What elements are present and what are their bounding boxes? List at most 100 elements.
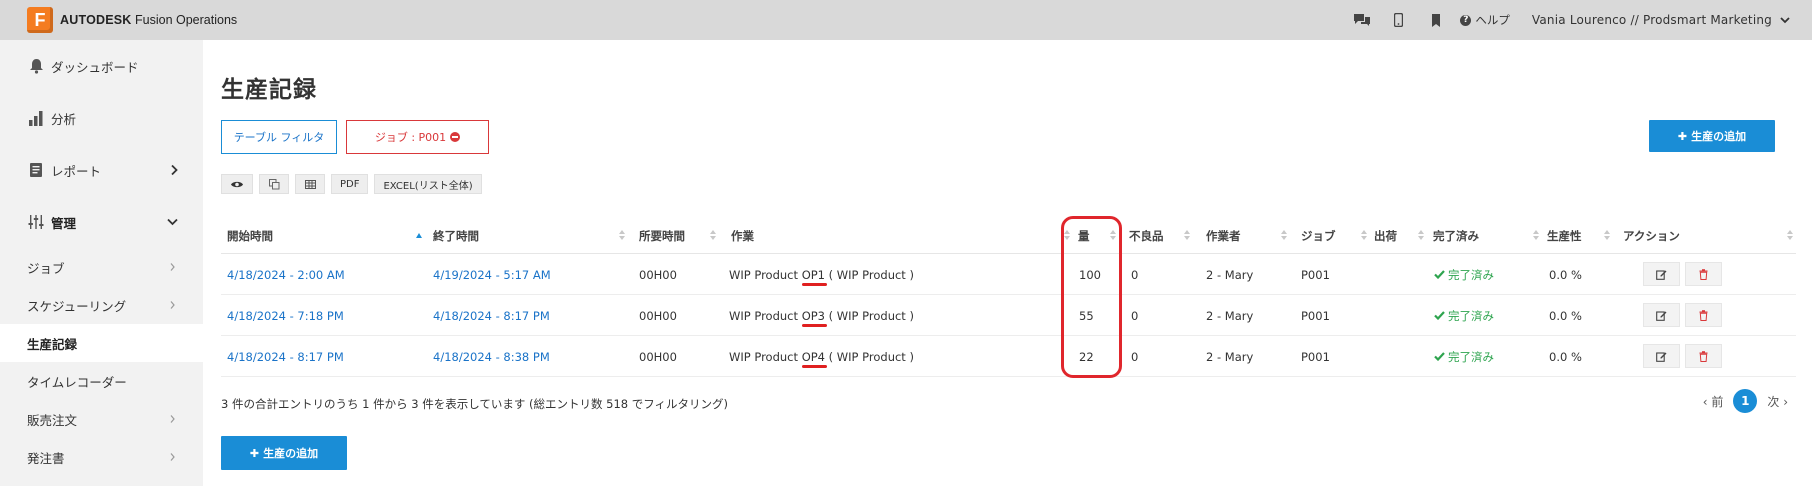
sort-icon[interactable]: [1110, 230, 1117, 242]
add-production-button-bottom[interactable]: ✚ 生産の追加: [221, 436, 347, 470]
col-completed[interactable]: 完了済み: [1433, 218, 1479, 254]
mobile-icon[interactable]: [1380, 0, 1417, 40]
trash-icon: [1699, 350, 1708, 362]
end-time-link[interactable]: 4/19/2024 - 5:17 AM: [433, 254, 551, 295]
end-time-link[interactable]: 4/18/2024 - 8:17 PM: [433, 295, 550, 336]
excel-button[interactable]: EXCEL(リスト全体): [374, 174, 482, 194]
col-worker[interactable]: 作業者: [1206, 218, 1241, 254]
delete-button[interactable]: [1685, 344, 1722, 368]
table-row: 4/18/2024 - 8:17 PM 4/18/2024 - 8:38 PM 00…: [221, 336, 1796, 377]
bookmark-icon[interactable]: [1417, 0, 1454, 40]
status-badge: 完了済み: [1434, 254, 1494, 295]
edit-button[interactable]: [1643, 344, 1680, 368]
col-shipment[interactable]: 出荷: [1374, 218, 1397, 254]
help-icon: ?: [1460, 14, 1472, 26]
start-time-link[interactable]: 4/18/2024 - 8:17 PM: [227, 336, 344, 377]
sort-icon[interactable]: [1184, 230, 1191, 242]
col-quantity[interactable]: 量: [1078, 218, 1090, 254]
col-defects[interactable]: 不良品: [1129, 218, 1164, 254]
start-time-link[interactable]: 4/18/2024 - 2:00 AM: [227, 254, 345, 295]
page-1-button[interactable]: 1: [1733, 389, 1758, 413]
copy-button[interactable]: [259, 174, 289, 194]
pdf-button[interactable]: PDF: [331, 174, 369, 194]
col-start-time[interactable]: 開始時間: [227, 218, 273, 254]
header-label: アクション: [1623, 229, 1680, 243]
col-productivity[interactable]: 生産性: [1547, 218, 1582, 254]
sort-icon[interactable]: [1787, 230, 1794, 242]
bar-chart-icon: [27, 109, 45, 127]
add-production-button[interactable]: ✚ 生産の追加: [1649, 120, 1775, 152]
add-production-label: 生産の追加: [1691, 130, 1747, 143]
sort-asc-icon[interactable]: [416, 230, 423, 242]
plus-icon: ✚: [1677, 129, 1688, 143]
sort-icon[interactable]: [1533, 230, 1540, 242]
table-filter-label: テーブル フィルタ: [233, 131, 325, 144]
bell-icon: [27, 57, 45, 75]
sidebar-item-admin[interactable]: 管理: [0, 196, 203, 248]
next-page-link[interactable]: 次 ›: [1767, 393, 1788, 410]
sidebar-item-dashboard[interactable]: ダッシュボード: [0, 40, 203, 92]
start-time-link[interactable]: 4/18/2024 - 7:18 PM: [227, 295, 344, 336]
sidebar-item-production-records[interactable]: 生産記録: [0, 324, 203, 362]
table-row: 4/18/2024 - 7:18 PM 4/18/2024 - 8:17 PM 00…: [221, 295, 1796, 336]
edit-button[interactable]: [1643, 303, 1680, 327]
delete-button[interactable]: [1685, 262, 1722, 286]
col-actions: アクション: [1623, 218, 1680, 254]
plus-icon: ✚: [249, 446, 260, 460]
job-filter-button[interactable]: ジョブ : P001: [346, 120, 489, 154]
sidebar-item-jobs[interactable]: ジョブ: [0, 248, 203, 286]
header-label: 不良品: [1129, 229, 1164, 243]
sidebar-item-label: 生産記録: [27, 336, 78, 352]
chat-icon[interactable]: [1343, 0, 1380, 40]
col-end-time[interactable]: 終了時間: [433, 218, 479, 254]
sort-icon[interactable]: [1064, 230, 1071, 242]
delete-button[interactable]: [1685, 303, 1722, 327]
worker-cell: 2 - Mary: [1206, 267, 1254, 282]
end-time-link[interactable]: 4/18/2024 - 8:38 PM: [433, 336, 550, 377]
logo-letter: F: [34, 9, 46, 30]
help-link[interactable]: ? ヘルプ: [1460, 12, 1510, 28]
operation-cell: WIP Product OP4 ( WIP Product ): [729, 336, 914, 377]
sidebar-item-scheduling[interactable]: スケジューリング: [0, 286, 203, 324]
sidebar-item-sales-orders[interactable]: 販売注文: [0, 400, 203, 438]
sidebar-item-reports[interactable]: レポート: [0, 144, 203, 196]
table-toolbar: PDF EXCEL(リスト全体): [221, 174, 482, 194]
header-label: 作業者: [1206, 229, 1241, 243]
sidebar-item-label: タイムレコーダー: [27, 374, 127, 390]
sidebar-item-label: 発注書: [27, 450, 65, 466]
sort-icon[interactable]: [1281, 230, 1288, 242]
user-menu[interactable]: Vania Lourenco // Prodsmart Marketing: [1532, 13, 1790, 27]
csv-button[interactable]: [295, 174, 325, 194]
defects-cell: 0: [1131, 267, 1139, 282]
sort-icon[interactable]: [710, 230, 717, 242]
edit-button[interactable]: [1643, 262, 1680, 286]
sidebar-item-label: スケジューリング: [27, 298, 127, 314]
col-duration[interactable]: 所要時間: [639, 218, 685, 254]
sort-icon[interactable]: [1361, 230, 1368, 242]
productivity-cell: 0.0 %: [1549, 267, 1582, 282]
column-visibility-button[interactable]: [221, 174, 253, 194]
sort-icon[interactable]: [619, 230, 626, 242]
remove-filter-icon[interactable]: [450, 132, 461, 142]
trash-icon: [1699, 309, 1708, 321]
col-operation[interactable]: 作業: [731, 218, 754, 254]
sliders-icon: [27, 213, 45, 231]
sidebar-item-label: レポート: [51, 163, 102, 179]
header-label: 出荷: [1374, 229, 1397, 243]
sort-icon[interactable]: [1418, 230, 1425, 242]
fusion-logo[interactable]: F: [27, 7, 53, 33]
prev-label: 前: [1711, 394, 1724, 409]
product-name: WIP Product: [729, 349, 799, 364]
col-job[interactable]: ジョブ: [1301, 218, 1336, 254]
trash-icon: [1699, 268, 1708, 280]
product-suffix: ( WIP Product ): [828, 349, 914, 364]
job-filter-label: ジョブ : P001: [374, 131, 447, 144]
product-suffix: ( WIP Product ): [828, 267, 914, 282]
sidebar-item-analytics[interactable]: 分析: [0, 92, 203, 144]
prev-page-link[interactable]: ‹ 前: [1703, 393, 1724, 410]
sidebar-item-purchase-orders[interactable]: 発注書: [0, 438, 203, 476]
underline-annotation: [801, 364, 827, 368]
sort-icon[interactable]: [1604, 230, 1611, 242]
table-filter-button[interactable]: テーブル フィルタ: [221, 120, 337, 154]
sidebar-item-time-recorder[interactable]: タイムレコーダー: [0, 362, 203, 400]
